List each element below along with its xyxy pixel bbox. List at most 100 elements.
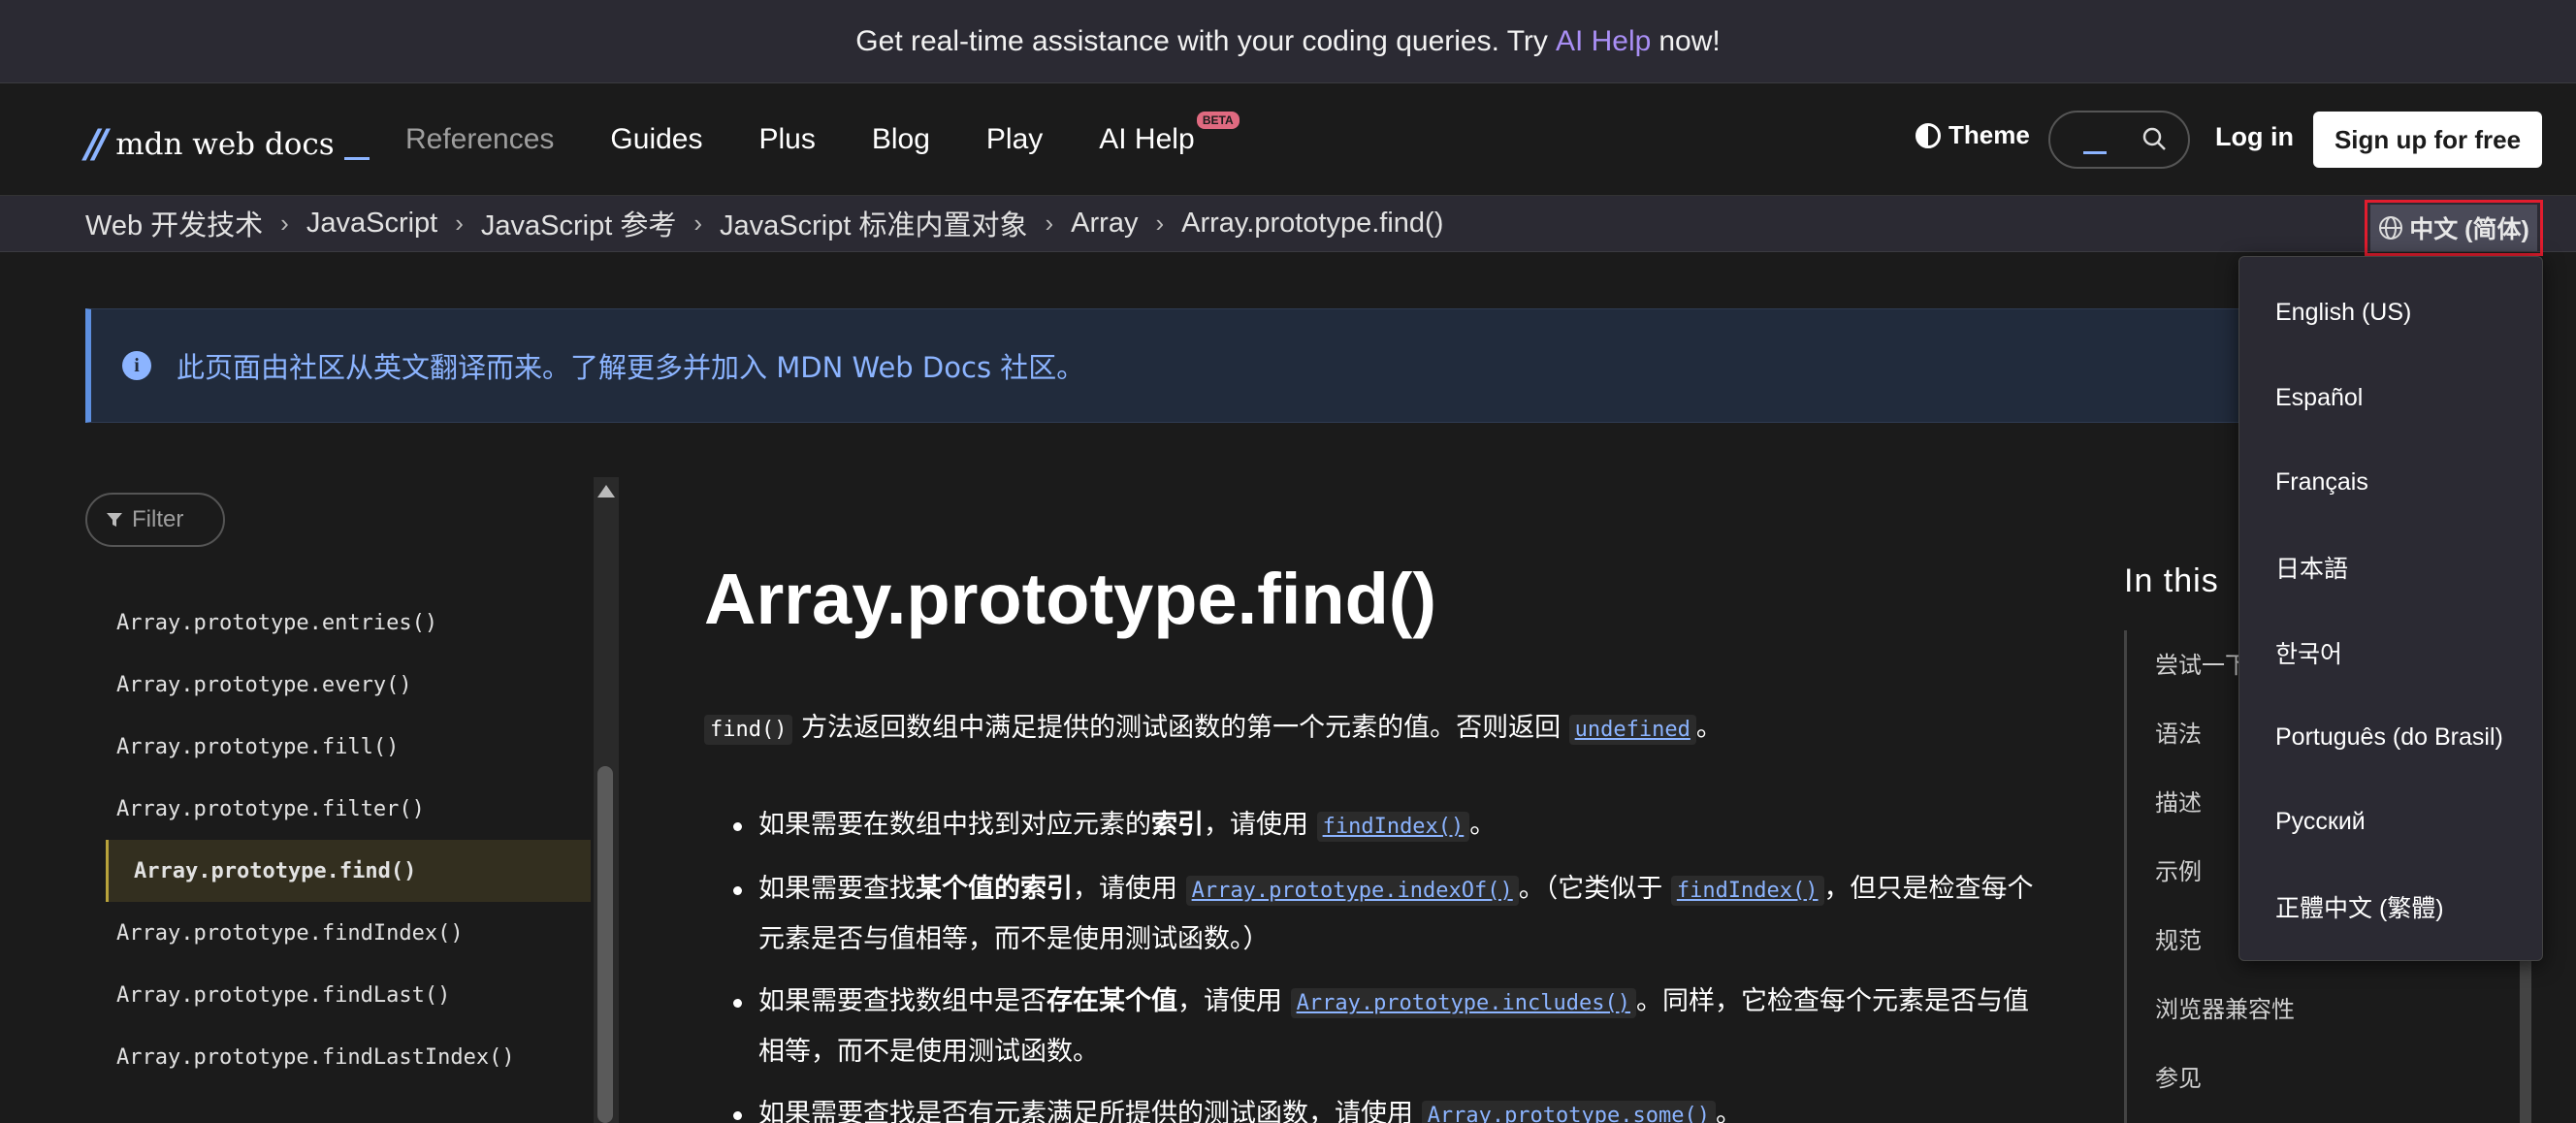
toc-rule <box>2124 630 2127 1123</box>
sidebar-item[interactable]: Array.prototype.every() <box>85 654 590 716</box>
scroll-up-arrow-icon[interactable] <box>597 485 615 497</box>
lead-end: 。 <box>1695 713 1723 743</box>
text: 。（它类似于 <box>1518 874 1671 904</box>
language-option[interactable]: Português (do Brasil) <box>2239 695 2542 781</box>
nav-guides[interactable]: Guides <box>610 123 702 156</box>
search-cursor <box>2083 151 2107 154</box>
toc-item[interactable]: 参见 <box>2155 1042 2295 1110</box>
nav-references[interactable]: References <box>405 123 554 156</box>
breadcrumb-item[interactable]: Web 开发技术 <box>85 203 263 243</box>
beta-badge: BETA <box>1196 112 1240 129</box>
sidebar-filter-button[interactable]: Filter <box>85 493 225 547</box>
language-option[interactable]: 한국어 <box>2239 610 2542 695</box>
main-nav: References Guides Plus Blog Play AI Help… <box>405 112 1251 159</box>
ai-help-link[interactable]: AI Help <box>1556 25 1651 58</box>
language-option[interactable]: 日本語 <box>2239 526 2542 611</box>
text: 如果需要查找是否有元素满足所提供的测试函数，请使用 <box>758 1099 1422 1123</box>
findindex-link[interactable]: findIndex() <box>1316 810 1470 842</box>
logo-text: mdn web docs <box>115 127 335 162</box>
language-option[interactable]: Русский <box>2239 780 2542 865</box>
language-button-inner: 中文 (简体) <box>2370 205 2537 251</box>
mdn-logo[interactable]: // mdn web docs <box>85 120 370 169</box>
logo-cursor <box>343 156 370 160</box>
login-link[interactable]: Log in <box>2215 122 2294 152</box>
sidebar-item[interactable]: Array.prototype.findIndex() <box>85 902 590 964</box>
theme-label: Theme <box>1948 120 2030 149</box>
breadcrumb: Web 开发技术 › JavaScript › JavaScript 参考 › … <box>85 204 1443 242</box>
globe-icon <box>2379 216 2403 240</box>
language-menu: English (US) Español Français 日本語 한국어 Po… <box>2238 256 2543 961</box>
signup-button[interactable]: Sign up for free <box>2313 112 2542 168</box>
info-icon: i <box>122 351 151 380</box>
promo-banner: Get real-time assistance with your codin… <box>0 0 2576 83</box>
sidebar-item[interactable]: Array.prototype.entries() <box>85 592 590 654</box>
sidebar-item[interactable]: Array.prototype.findLastIndex() <box>85 1026 590 1088</box>
inline-code-link: Array.prototype.some() <box>1421 1101 1716 1123</box>
list-item: 如果需要查找是否有元素满足所提供的测试函数，请使用 Array.prototyp… <box>733 1090 2052 1123</box>
filter-label: Filter <box>132 506 184 532</box>
language-button-label: 中文 (简体) <box>2409 216 2529 243</box>
search-button[interactable] <box>2048 111 2190 169</box>
language-option[interactable]: English (US) <box>2239 271 2542 356</box>
logo-mark-icon: // <box>85 122 108 167</box>
language-option[interactable]: Français <box>2239 440 2542 526</box>
chevron-right-icon: › <box>693 208 703 238</box>
theme-icon <box>1916 122 1941 148</box>
toc-scrollbar[interactable] <box>2520 939 2531 1123</box>
theme-button[interactable]: Theme <box>1916 120 2030 150</box>
nav-ai-help-label: AI Help <box>1099 123 1195 155</box>
text: ，请使用 <box>1177 986 1291 1016</box>
list-item: 如果需要在数组中找到对应元素的索引，请使用 findIndex()。 <box>733 801 2052 851</box>
banner-text: Get real-time assistance with your codin… <box>855 24 1548 57</box>
breadcrumb-item[interactable]: Array <box>1071 208 1138 240</box>
toc-item[interactable]: 浏览器兼容性 <box>2155 973 2295 1042</box>
inline-code-link: undefined <box>1568 715 1696 745</box>
inline-code-link: findIndex() <box>1316 812 1470 842</box>
text: 。 <box>1469 810 1497 840</box>
nav-blog[interactable]: Blog <box>872 123 930 156</box>
text: 如果需要查找 <box>758 874 916 904</box>
sidebar-item-active[interactable]: Array.prototype.find() <box>106 840 591 902</box>
list-item: 如果需要查找某个值的索引，请使用 Array.prototype.indexOf… <box>733 865 2052 964</box>
lead-text: 方法返回数组中满足提供的测试函数的第一个元素的值。否则返回 <box>792 713 1569 743</box>
sidebar-item[interactable]: Array.prototype.fill() <box>85 716 590 778</box>
sidebar-item[interactable]: Array.prototype.filter() <box>85 778 590 840</box>
list-item: 如果需要查找数组中是否存在某个值，请使用 Array.prototype.inc… <box>733 978 2052 1076</box>
undefined-link[interactable]: undefined <box>1568 713 1696 745</box>
notice-link[interactable]: 此页面由社区从英文翻译而来。了解更多并加入 MDN Web Docs 社区。 <box>177 345 1084 386</box>
text: 。 <box>1716 1099 1742 1123</box>
translation-notice: i 此页面由社区从英文翻译而来。了解更多并加入 MDN Web Docs 社区。 <box>85 308 2423 423</box>
inline-code: find() <box>704 715 793 745</box>
text: ，请使用 <box>1073 874 1186 904</box>
indexof-link[interactable]: Array.prototype.indexOf() <box>1185 874 1519 906</box>
nav-ai-help[interactable]: AI Help BETA <box>1099 112 1240 156</box>
page-title: Array.prototype.find() <box>704 559 1437 639</box>
language-option[interactable]: Español <box>2239 356 2542 441</box>
inline-code-link: findIndex() <box>1670 876 1824 906</box>
some-link[interactable]: Array.prototype.some() <box>1421 1099 1716 1123</box>
findindex-link[interactable]: findIndex() <box>1670 874 1824 906</box>
text: 如果需要查找数组中是否 <box>758 986 1046 1016</box>
nav-play[interactable]: Play <box>986 123 1043 156</box>
breadcrumb-item[interactable]: JavaScript 标准内置对象 <box>720 203 1027 243</box>
includes-link[interactable]: Array.prototype.includes() <box>1290 986 1636 1018</box>
inline-code-link: Array.prototype.includes() <box>1290 988 1636 1018</box>
chevron-right-icon: › <box>455 208 464 238</box>
language-option[interactable]: 正體中文 (繁體) <box>2239 865 2542 950</box>
banner-text-end: now! <box>1658 24 1721 57</box>
language-switcher-button[interactable]: 中文 (简体) <box>2365 200 2543 256</box>
breadcrumb-item[interactable]: JavaScript 参考 <box>481 203 676 243</box>
sidebar-item[interactable]: Array.prototype.findLast() <box>85 964 590 1026</box>
chevron-right-icon: › <box>1045 208 1054 238</box>
search-icon <box>2142 127 2166 150</box>
text: 如果需要在数组中找到对应元素的 <box>758 810 1151 840</box>
text: ，请使用 <box>1204 810 1317 840</box>
strong-text: 某个值的索引 <box>916 874 1073 904</box>
filter-icon <box>107 513 122 527</box>
breadcrumb-item-current[interactable]: Array.prototype.find() <box>1181 208 1443 240</box>
nav-plus[interactable]: Plus <box>758 123 815 156</box>
breadcrumb-item[interactable]: JavaScript <box>306 208 437 240</box>
sidebar-scrollbar-thumb[interactable] <box>597 766 613 1123</box>
toc-title: In this <box>2124 562 2219 599</box>
lead-paragraph: find() 方法返回数组中满足提供的测试函数的第一个元素的值。否则返回 und… <box>704 706 1723 745</box>
